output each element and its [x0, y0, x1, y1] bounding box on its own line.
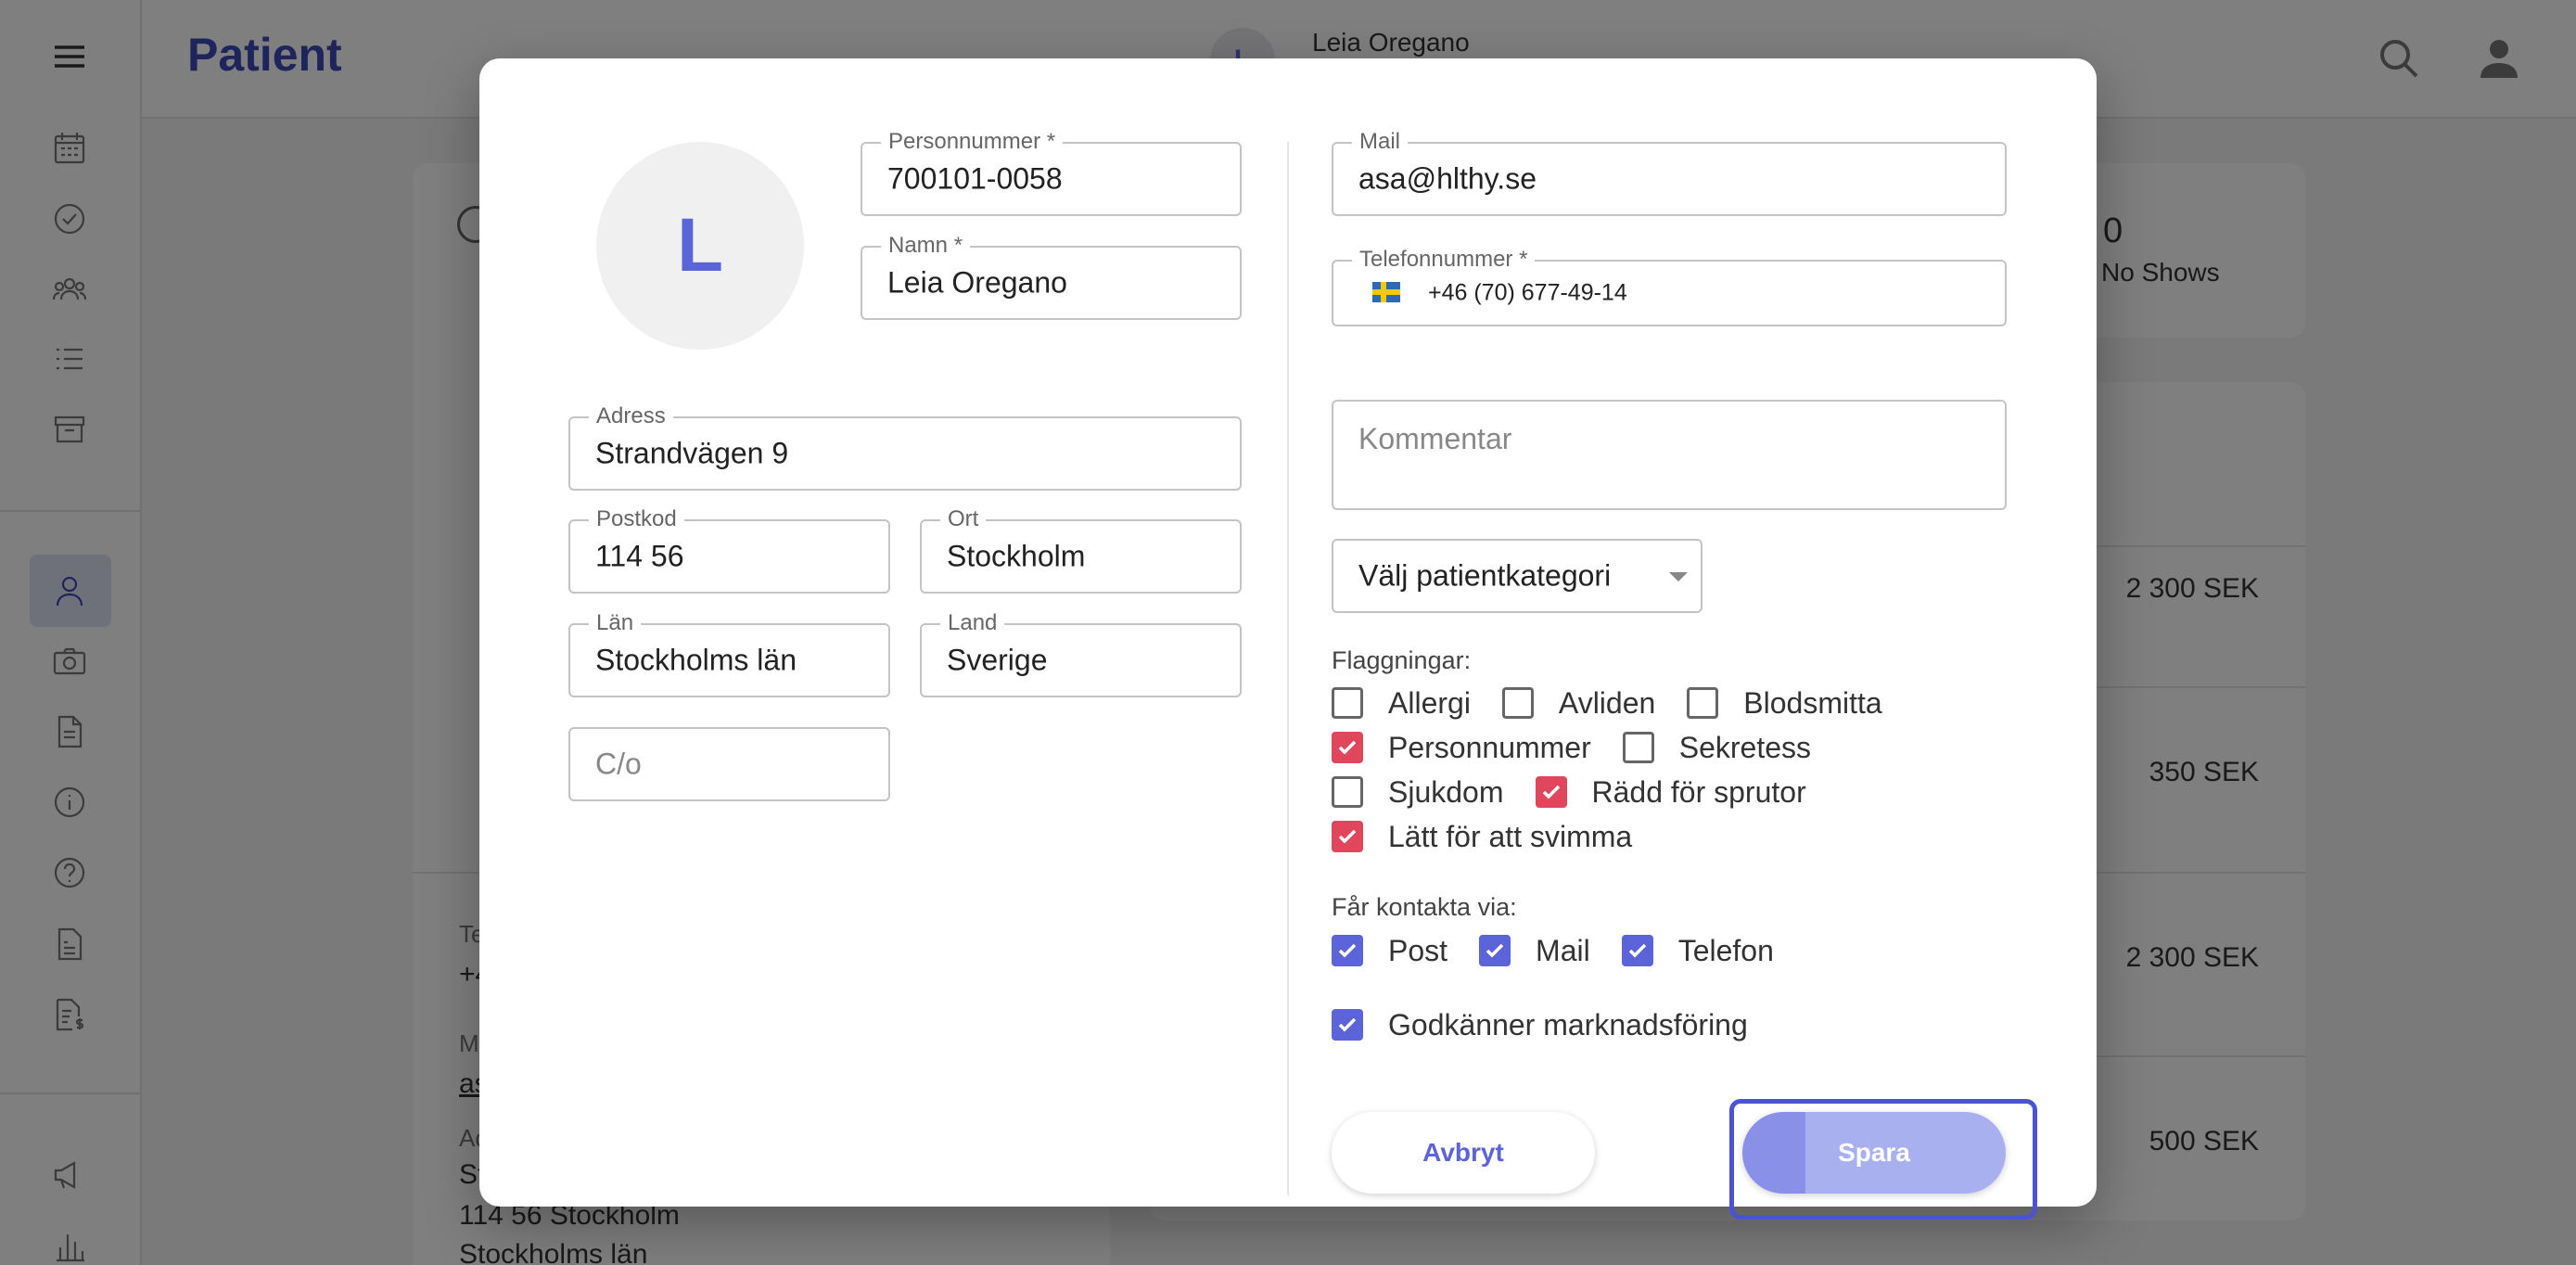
contact-label: Post — [1388, 933, 1448, 967]
postcode-value: 114 56 — [595, 539, 684, 573]
marketing-label: Godkänner marknadsföring — [1388, 1007, 1748, 1041]
checkbox-checked[interactable] — [1332, 935, 1363, 966]
flag-avliden[interactable]: Avliden — [1501, 685, 1656, 721]
flag-label: Sekretess — [1678, 730, 1812, 764]
chevron-down-icon — [1669, 572, 1688, 581]
contact-label: Mail — [1536, 933, 1590, 967]
flag-allergi[interactable]: Allergi — [1332, 686, 1471, 721]
care-of-placeholder: C/o — [595, 747, 642, 781]
city-label: Ort — [940, 507, 987, 531]
flags-label: Flaggningar: — [1332, 646, 1472, 674]
comment-field[interactable]: Kommentar — [1332, 400, 2007, 510]
country-label: Land — [940, 611, 1005, 635]
mail-field[interactable]: Mail asa@hlthy.se — [1332, 130, 2007, 216]
flags-row: Sjukdom Rädd för sprutor — [1332, 773, 1838, 811]
phone-label: Telefonnummer * — [1352, 248, 1536, 272]
mail-label: Mail — [1352, 130, 1409, 154]
flag-sekretess[interactable]: Sekretess — [1622, 730, 1812, 765]
checkbox-checked[interactable] — [1535, 776, 1567, 808]
patient-category-value: Välj patientkategori — [1358, 558, 1612, 593]
name-field[interactable]: Namn * Leia Oregano — [861, 234, 1242, 320]
postcode-field[interactable]: Postkod 114 56 — [568, 507, 890, 594]
country-value: Sverige — [947, 643, 1048, 677]
flag-label: Allergi — [1388, 685, 1471, 720]
checkbox-checked[interactable] — [1621, 935, 1653, 966]
country-field[interactable]: Land Sverige — [920, 611, 1242, 697]
patient-category-select[interactable]: Välj patientkategori — [1332, 539, 1702, 613]
checkbox[interactable] — [1687, 687, 1719, 719]
marketing-consent[interactable]: Godkänner marknadsföring — [1332, 1008, 1748, 1042]
checkbox[interactable] — [1622, 732, 1654, 763]
county-label: Län — [589, 611, 642, 635]
check-icon — [1338, 943, 1357, 958]
contact-post[interactable]: Post — [1332, 934, 1447, 968]
address-value: Strandvägen 9 — [595, 436, 789, 470]
flag-label: Rädd för sprutor — [1591, 774, 1806, 809]
personnummer-field[interactable]: Personnummer * 700101-0058 — [861, 130, 1242, 216]
comment-placeholder: Kommentar — [1358, 422, 1512, 455]
flag-label: Sjukdom — [1388, 774, 1504, 809]
flag-radd-for-sprutor[interactable]: Rädd för sprutor — [1535, 774, 1806, 810]
marketing-row: Godkänner marknadsföring — [1332, 1006, 1779, 1043]
name-value: Leia Oregano — [887, 265, 1067, 300]
flags-row: Allergi Avliden Blodsmitta — [1332, 684, 1914, 722]
cancel-button[interactable]: Avbryt — [1332, 1112, 1595, 1194]
save-button[interactable]: Spara — [1742, 1112, 2006, 1194]
check-icon — [1338, 740, 1357, 755]
check-icon — [1628, 943, 1646, 958]
personnummer-value: 700101-0058 — [887, 161, 1063, 196]
column-divider — [1287, 142, 1289, 1195]
care-of-field[interactable]: C/o — [568, 727, 890, 801]
flag-personnummer[interactable]: Personnummer — [1332, 731, 1591, 765]
postcode-label: Postkod — [589, 507, 684, 531]
check-icon — [1542, 785, 1560, 799]
contact-mail[interactable]: Mail — [1479, 934, 1590, 968]
flag-label: Blodsmitta — [1743, 685, 1882, 720]
city-value: Stockholm — [947, 539, 1086, 573]
mail-value: asa@hlthy.se — [1358, 161, 1537, 196]
contact-row: Post Mail Telefon — [1332, 932, 1805, 969]
flags-row: Personnummer Sekretess — [1332, 729, 1843, 766]
flag-latt-for-att-svimma[interactable]: Lätt för att svimma — [1332, 820, 1632, 854]
edit-patient-dialog: L Personnummer * 700101-0058 Namn * Leia… — [479, 58, 2097, 1207]
contact-label: Telefon — [1677, 933, 1774, 967]
checkbox[interactable] — [1332, 687, 1363, 719]
checkbox-checked[interactable] — [1332, 1009, 1363, 1041]
checkbox[interactable] — [1332, 776, 1363, 808]
check-icon — [1486, 943, 1504, 958]
county-field[interactable]: Län Stockholms län — [568, 611, 890, 697]
checkbox[interactable] — [1501, 687, 1534, 719]
flags-row: Lätt för att svimma — [1332, 818, 1664, 855]
flag-blodsmitta[interactable]: Blodsmitta — [1687, 685, 1882, 721]
name-label: Namn * — [881, 234, 971, 258]
flag-sjukdom[interactable]: Sjukdom — [1332, 775, 1504, 810]
phone-value: +46 (70) 677-49-14 — [1428, 279, 1627, 306]
checkbox-checked[interactable] — [1332, 732, 1363, 763]
save-button-label: Spara — [1838, 1138, 1910, 1167]
contact-label: Får kontakta via: — [1332, 893, 1517, 921]
address-label: Adress — [589, 404, 673, 428]
flag-label: Avliden — [1558, 685, 1656, 720]
flag-label: Personnummer — [1388, 730, 1591, 764]
check-icon — [1338, 1017, 1357, 1032]
personnummer-label: Personnummer * — [881, 130, 1064, 154]
phone-field[interactable]: Telefonnummer * +46 (70) 677-49-14 — [1332, 248, 2007, 326]
address-field[interactable]: Adress Strandvägen 9 — [568, 404, 1242, 491]
sweden-flag-icon[interactable] — [1372, 282, 1400, 302]
checkbox-checked[interactable] — [1332, 821, 1363, 852]
check-icon — [1338, 829, 1357, 844]
flag-label: Lätt för att svimma — [1388, 819, 1633, 853]
contact-telefon[interactable]: Telefon — [1621, 933, 1774, 968]
city-field[interactable]: Ort Stockholm — [920, 507, 1242, 594]
checkbox-checked[interactable] — [1479, 935, 1511, 966]
county-value: Stockholms län — [595, 643, 797, 677]
patient-avatar: L — [596, 142, 804, 350]
